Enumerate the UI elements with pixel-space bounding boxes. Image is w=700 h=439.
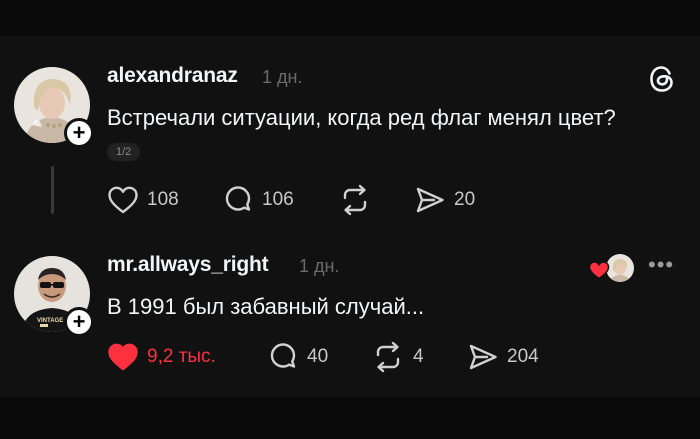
repost-icon (376, 341, 400, 373)
share-button[interactable]: 20 (414, 183, 475, 217)
reply-timestamp: 1 дн. (299, 256, 340, 276)
reply-like-button[interactable]: 9,2 тыс. (107, 340, 216, 374)
post-username[interactable]: alexandranaz (107, 64, 238, 88)
thread-connector-line (51, 166, 54, 214)
follow-reply-author-button[interactable]: + (64, 307, 94, 337)
threads-logo-icon[interactable] (648, 64, 676, 99)
reply-username[interactable]: mr.allways_right (107, 253, 269, 277)
share-count: 20 (454, 189, 476, 210)
reply-count: 106 (262, 189, 294, 210)
liked-by-author-indicator (588, 252, 636, 284)
post-text: Встречали ситуации, когда ред флаг менял… (107, 105, 616, 130)
reply-share-count: 204 (507, 346, 539, 367)
reply-like-count: 9,2 тыс. (147, 346, 216, 367)
bottom-bar (0, 397, 700, 439)
share-icon (469, 344, 497, 370)
heart-filled-icon (108, 343, 138, 371)
reply-repost-button[interactable]: 4 (371, 340, 424, 374)
like-count: 108 (147, 189, 179, 210)
repost-icon (343, 184, 367, 216)
reply-button[interactable]: 106 (222, 183, 294, 217)
repost-button[interactable] (338, 183, 372, 217)
post-timestamp: 1 дн. (262, 67, 303, 87)
comment-icon (225, 186, 251, 211)
reply-text: В 1991 был забавный случай... (107, 294, 425, 319)
reply-share-button[interactable]: 204 (467, 340, 539, 374)
like-button[interactable]: 108 (107, 183, 179, 217)
reply-repost-count: 4 (413, 346, 424, 367)
follow-author-button[interactable]: + (64, 118, 94, 148)
heart-icon (108, 186, 138, 214)
liked-heart-icon (588, 261, 610, 280)
share-icon (416, 187, 444, 213)
reply-comment-count: 40 (307, 346, 329, 367)
comment-icon (270, 343, 296, 368)
tshirt-print-text: VINTAGE (37, 318, 63, 324)
media-counter: 1/2 (107, 143, 141, 161)
top-bar (0, 0, 700, 36)
more-options-icon[interactable]: ••• (648, 254, 674, 276)
reply-comment-button[interactable]: 40 (267, 340, 328, 374)
